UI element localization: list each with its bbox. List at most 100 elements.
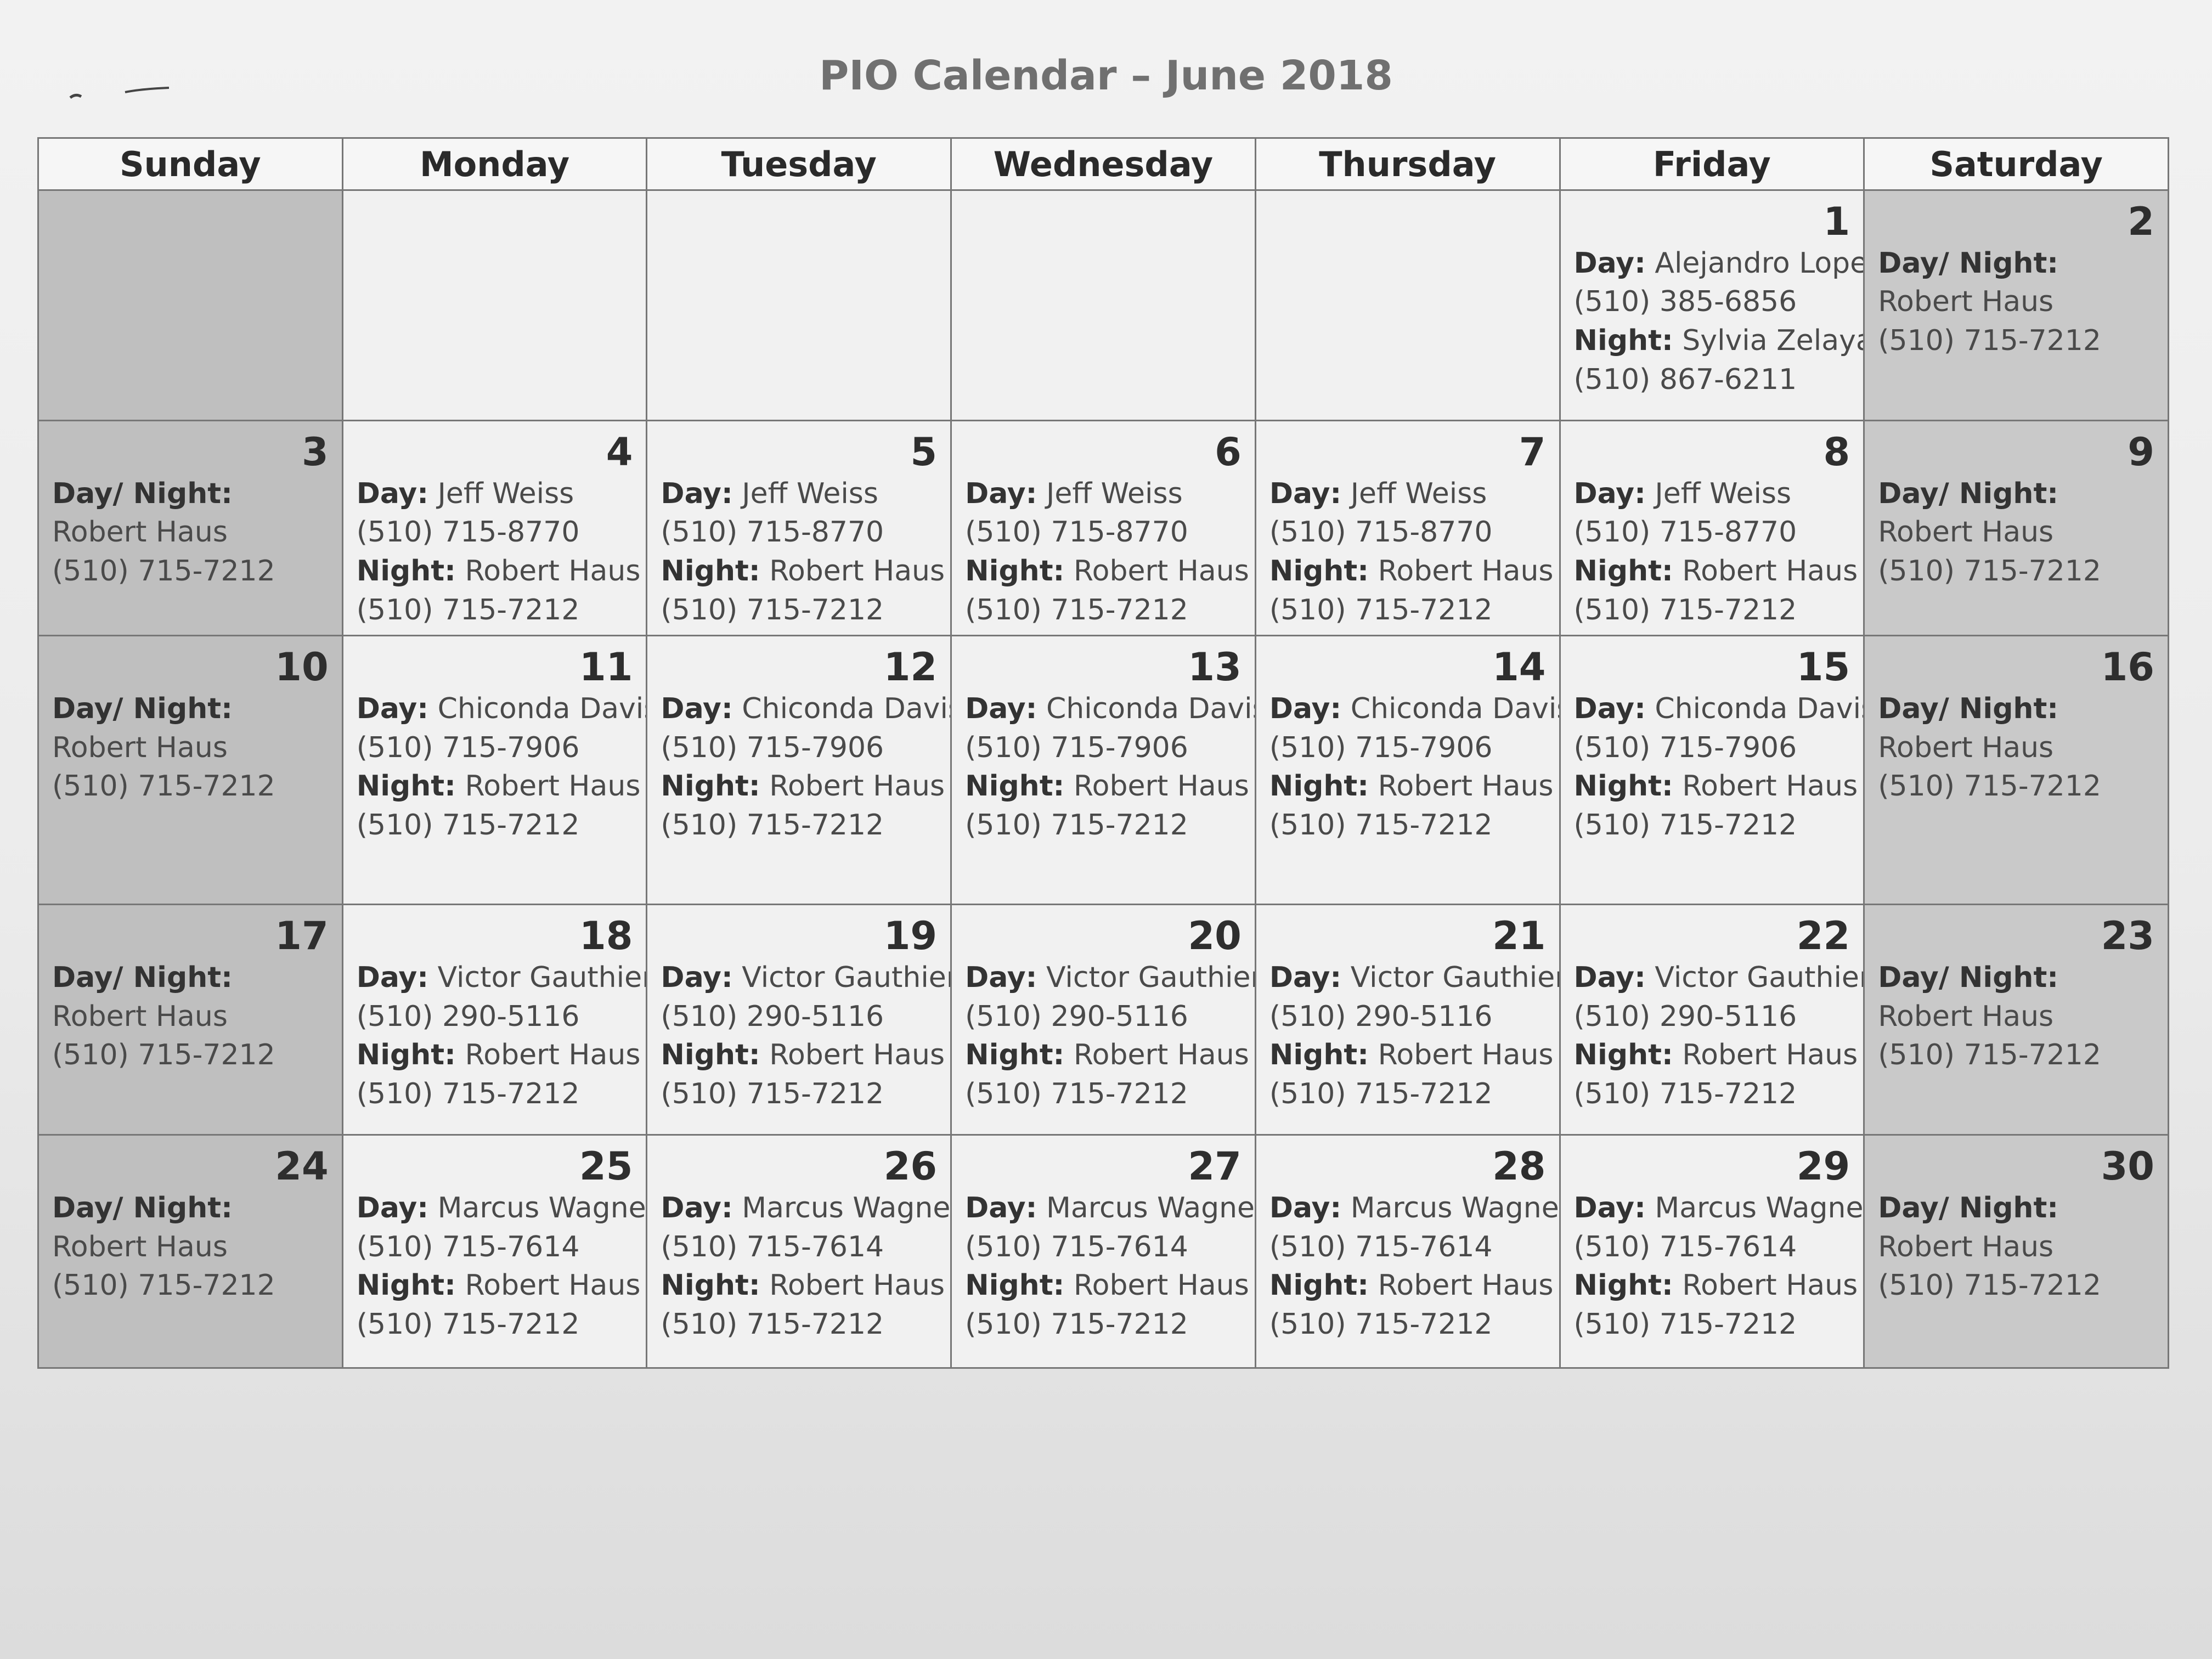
day-number: 13 bbox=[1188, 645, 1242, 690]
shift-label: Night: bbox=[965, 1039, 1065, 1072]
night-shift-phone-line: (510) 715-7212 bbox=[1574, 806, 1850, 845]
night-shift-line: Night: Robert Haus bbox=[357, 1266, 641, 1305]
night-shift-phone: (510) 715-7212 bbox=[965, 1077, 1188, 1111]
night-shift-line: Night: Robert Haus bbox=[661, 767, 945, 806]
night-shift-phone-line: (510) 715-7212 bbox=[1269, 806, 1546, 845]
week-row: 3 Day/ Night: Robert Haus (510) 715-7212 4 D… bbox=[37, 419, 2169, 637]
day-shift-phone: (510) 715-7614 bbox=[661, 1230, 884, 1263]
night-shift-phone: (510) 715-7212 bbox=[965, 1308, 1188, 1341]
shift-label: Night: bbox=[1269, 1269, 1369, 1302]
night-shift-phone-line: (510) 715-7212 bbox=[965, 1075, 1242, 1114]
day-shift-phone-line: (510) 715-7906 bbox=[1269, 729, 1546, 768]
night-shift-phone-line: (510) 715-7212 bbox=[965, 1305, 1242, 1344]
day-shift-line: Day: Jeff Weiss bbox=[357, 475, 633, 514]
night-shift-line: Night: Robert Haus bbox=[1269, 1266, 1554, 1305]
night-shift-name: Robert Haus bbox=[769, 1269, 945, 1302]
night-shift-line: Night: Robert Haus bbox=[357, 552, 641, 591]
day-shift-phone: (510) 715-7614 bbox=[356, 1230, 580, 1263]
night-shift-phone: (510) 715-7212 bbox=[661, 1308, 884, 1341]
day-shift-line: Day: Victor Gauthier bbox=[1269, 958, 1558, 997]
night-shift-phone: (510) 715-7212 bbox=[1573, 809, 1797, 842]
shift-label: Day: bbox=[965, 692, 1037, 725]
day-night-shift-phone: (510) 715-7212 bbox=[1878, 1039, 2101, 1072]
day-night-shift-phone: (510) 715-7212 bbox=[52, 554, 275, 588]
day-shift-phone-line: (510) 715-7906 bbox=[1574, 729, 1850, 768]
day-shift-phone-line: (510) 715-7906 bbox=[357, 729, 633, 768]
night-shift-phone: (510) 715-7212 bbox=[356, 1077, 580, 1111]
day-shift-line: Day: Chiconda Davis bbox=[965, 690, 1254, 729]
day-shift-phone-line: (510) 715-7614 bbox=[661, 1228, 937, 1267]
night-shift-phone: (510) 715-7212 bbox=[1269, 1308, 1493, 1341]
weekday-header-row: Sunday Monday Tuesday Wednesday Thursday… bbox=[37, 137, 2169, 191]
night-shift-name: Robert Haus bbox=[1378, 554, 1554, 588]
day-shift-phone: (510) 715-7906 bbox=[1269, 731, 1493, 764]
day-cell: 21 Day: Victor Gauthier (510) 290-5116 Nigh… bbox=[1254, 904, 1561, 1136]
empty-day-cell bbox=[37, 189, 343, 421]
day-night-shift-line: Day/ Night: Robert Haus bbox=[1878, 475, 2154, 552]
day-night-shift-name: Robert Haus bbox=[1878, 1230, 2054, 1263]
day-night-shift-name: Robert Haus bbox=[52, 516, 228, 549]
night-shift-phone-line: (510) 715-7212 bbox=[357, 591, 633, 630]
day-number: 27 bbox=[1188, 1144, 1242, 1189]
day-night-shift-phone: (510) 715-7212 bbox=[52, 1269, 275, 1302]
day-shift-phone-line: (510) 290-5116 bbox=[661, 997, 937, 1036]
day-night-shift-name: Robert Haus bbox=[52, 1000, 228, 1033]
day-night-shift-phone: (510) 715-7212 bbox=[1878, 1269, 2101, 1302]
night-shift-name: Robert Haus bbox=[769, 1039, 945, 1072]
weekday-wednesday: Wednesday bbox=[950, 137, 1256, 191]
shift-label: Night: bbox=[965, 770, 1065, 803]
night-shift-phone: (510) 715-7212 bbox=[356, 809, 580, 842]
shift-label: Night: bbox=[1573, 554, 1673, 588]
day-shift-phone-line: (510) 715-7614 bbox=[1269, 1228, 1546, 1267]
day-cell: 13 Day: Chiconda Davis (510) 715-7906 Night… bbox=[950, 635, 1256, 906]
day-number: 17 bbox=[275, 913, 329, 959]
night-shift-phone-line: (510) 715-7212 bbox=[1269, 591, 1546, 630]
shift-label: Day/ Night: bbox=[1878, 477, 2059, 510]
weekday-monday: Monday bbox=[341, 137, 648, 191]
night-shift-line: Night: Robert Haus bbox=[965, 1036, 1249, 1075]
day-shift-line: Day: Marcus Wagner bbox=[357, 1189, 645, 1228]
day-shift-phone-line: (510) 290-5116 bbox=[1574, 997, 1850, 1036]
day-shift-phone: (510) 290-5116 bbox=[661, 1000, 884, 1033]
night-shift-name: Robert Haus bbox=[1682, 1039, 1858, 1072]
shift-label: Day: bbox=[1573, 477, 1646, 510]
night-shift-name: Robert Haus bbox=[465, 1039, 641, 1072]
day-shift-phone-line: (510) 715-8770 bbox=[661, 513, 937, 552]
shift-label: Day: bbox=[965, 961, 1037, 994]
night-shift-phone: (510) 715-7212 bbox=[965, 809, 1188, 842]
day-shift-phone: (510) 715-7614 bbox=[1269, 1230, 1493, 1263]
night-shift-line: Night: Robert Haus bbox=[1269, 552, 1554, 591]
day-shift-line: Day: Victor Gauthier bbox=[357, 958, 645, 997]
night-shift-line: Night: Robert Haus bbox=[357, 767, 641, 806]
shift-label: Day: bbox=[356, 477, 429, 510]
night-shift-name: Robert Haus bbox=[769, 770, 945, 803]
day-night-shift-name: Robert Haus bbox=[52, 1230, 228, 1263]
weekday-friday: Friday bbox=[1559, 137, 1865, 191]
night-shift-phone-line: (510) 715-7212 bbox=[661, 591, 937, 630]
day-cell: 14 Day: Chiconda Davis (510) 715-7906 Night… bbox=[1254, 635, 1561, 906]
night-shift-line: Night: Robert Haus bbox=[1269, 1036, 1554, 1075]
day-shift-name: Victor Gauthier bbox=[742, 961, 951, 994]
day-shift-phone: (510) 715-7906 bbox=[661, 731, 884, 764]
night-shift-phone: (510) 715-7212 bbox=[661, 1077, 884, 1111]
day-shift-name: Jeff Weiss bbox=[1046, 477, 1183, 510]
day-number: 2 bbox=[2128, 199, 2154, 244]
day-night-shift-line: Day/ Night: Robert Haus bbox=[1878, 958, 2154, 1036]
day-number: 25 bbox=[579, 1144, 633, 1189]
night-shift-phone: (510) 715-7212 bbox=[1269, 1077, 1493, 1111]
night-shift-name: Robert Haus bbox=[465, 554, 641, 588]
day-shift-phone-line: (510) 290-5116 bbox=[357, 997, 633, 1036]
shift-label: Day: bbox=[1573, 961, 1646, 994]
shift-label: Night: bbox=[1573, 1039, 1673, 1072]
day-night-shift-phone: (510) 715-7212 bbox=[1878, 324, 2101, 357]
shift-label: Night: bbox=[965, 554, 1065, 588]
night-shift-name: Robert Haus bbox=[1682, 770, 1858, 803]
day-cell: 18 Day: Victor Gauthier (510) 290-5116 Nigh… bbox=[341, 904, 648, 1136]
empty-day-cell bbox=[646, 189, 952, 421]
shift-label: Day/ Night: bbox=[1878, 1191, 2059, 1224]
shift-label: Day: bbox=[965, 477, 1037, 510]
day-shift-phone-line: (510) 715-8770 bbox=[1269, 513, 1546, 552]
empty-day-cell bbox=[1254, 189, 1561, 421]
day-cell: 20 Day: Victor Gauthier (510) 290-5116 Nigh… bbox=[950, 904, 1256, 1136]
day-shift-name: Victor Gauthier bbox=[1046, 961, 1256, 994]
